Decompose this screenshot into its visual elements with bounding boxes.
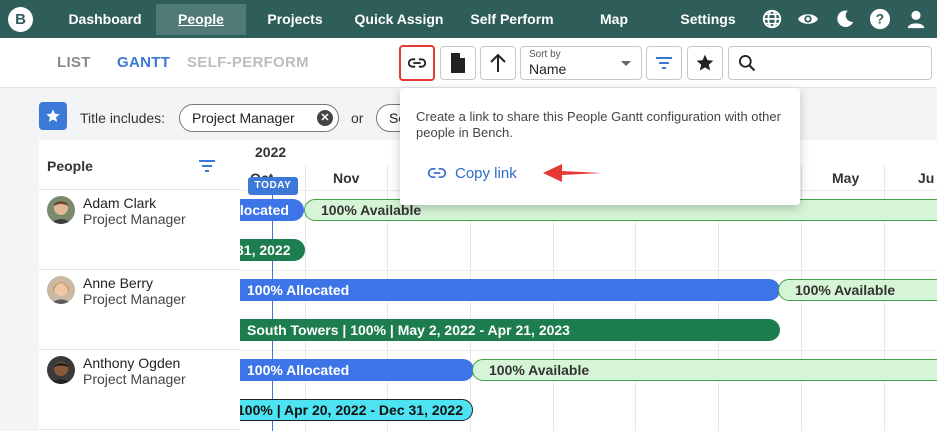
filter-button[interactable]: [646, 46, 682, 80]
eye-icon[interactable]: [797, 8, 819, 30]
view-toolbar: LIST GANTT SELF-PERFORM Sort by Name: [0, 38, 937, 88]
moon-icon[interactable]: [834, 8, 856, 30]
share-link-popover: Create a link to share this People Gantt…: [400, 88, 800, 205]
nav-settings[interactable]: Settings: [676, 0, 740, 38]
availability-bar[interactable]: 100% Available: [778, 279, 937, 301]
annotation-arrow-icon: [543, 164, 602, 182]
project-assignment-bar[interactable]: 31, 2022: [240, 239, 305, 261]
link-icon: [427, 168, 447, 178]
link-icon: [407, 58, 427, 68]
export-document-button[interactable]: [440, 46, 476, 80]
nav-map[interactable]: Map: [594, 0, 634, 38]
sort-direction-button[interactable]: [480, 46, 516, 80]
person-name[interactable]: Anne Berry: [83, 275, 153, 291]
sort-by-select[interactable]: Sort by Name: [520, 46, 642, 80]
today-badge: TODAY: [248, 177, 298, 195]
svg-text:?: ?: [876, 12, 884, 27]
sort-by-value: Name: [529, 61, 567, 77]
allocation-bar[interactable]: llocated: [240, 199, 304, 221]
row-divider: [240, 270, 937, 271]
favorites-button[interactable]: [687, 46, 723, 80]
bench-logo[interactable]: B: [8, 7, 33, 32]
month-label: Nov: [333, 170, 360, 186]
people-header: People: [39, 140, 240, 190]
availability-bar[interactable]: 100% Available: [472, 359, 937, 381]
arrow-up-icon: [490, 53, 506, 72]
person-name[interactable]: Adam Clark: [83, 195, 156, 211]
copy-link-button[interactable]: Copy link: [427, 163, 517, 183]
star-icon: [46, 109, 60, 122]
share-link-description: Create a link to share this People Gantt…: [416, 109, 781, 140]
nav-quick-assign[interactable]: Quick Assign: [350, 0, 448, 38]
filter-icon[interactable]: [197, 158, 217, 174]
month-label: May: [832, 170, 860, 186]
filter-or-text: or: [351, 110, 364, 126]
filter-chip-label: Project Manager: [192, 110, 295, 126]
saved-filter-star-button[interactable]: [39, 102, 67, 130]
person-row[interactable]: Anne Berry Project Manager: [39, 270, 240, 350]
share-link-button[interactable]: [399, 45, 435, 81]
tab-list[interactable]: LIST: [57, 54, 91, 71]
person-role: Project Manager: [83, 211, 186, 227]
person-row[interactable]: Adam Clark Project Manager: [39, 190, 240, 270]
person-role: Project Manager: [83, 291, 186, 307]
person-role: Project Manager: [83, 371, 186, 387]
document-icon: [451, 53, 465, 73]
project-assignment-bar[interactable]: South Towers | 100% | May 2, 2022 - Apr …: [240, 319, 780, 341]
sort-by-caption: Sort by: [529, 49, 561, 60]
timeline-year: 2022: [255, 144, 287, 160]
filter-chip-project-manager[interactable]: Project Manager ✕: [179, 104, 339, 132]
tab-gantt[interactable]: GANTT: [117, 54, 170, 71]
globe-icon[interactable]: [761, 8, 783, 30]
filter-icon: [656, 57, 672, 69]
allocation-bar[interactable]: 100% Allocated: [240, 359, 474, 381]
month-label: Ju: [918, 170, 935, 186]
people-panel: People Adam Clark Project Manager Anne B…: [39, 140, 240, 431]
tab-self-perform[interactable]: SELF-PERFORM: [187, 54, 309, 71]
person-name[interactable]: Anthony Ogden: [83, 355, 180, 371]
close-icon[interactable]: ✕: [317, 110, 333, 126]
chevron-down-icon: [621, 61, 631, 66]
avatar: [47, 196, 75, 224]
search-input[interactable]: [728, 46, 932, 80]
filter-title-label: Title includes:: [80, 110, 166, 126]
person-row[interactable]: Anthony Ogden Project Manager: [39, 350, 240, 430]
avatar: [47, 356, 75, 384]
help-icon[interactable]: ?: [869, 8, 891, 30]
top-navigation-bar: B Dashboard People Projects Quick Assign…: [0, 0, 937, 38]
search-icon: [739, 55, 756, 72]
project-assignment-bar[interactable]: 100% | Apr 20, 2022 - Dec 31, 2022: [240, 399, 473, 421]
nav-people[interactable]: People: [156, 4, 246, 35]
nav-projects[interactable]: Projects: [258, 0, 332, 38]
nav-dashboard[interactable]: Dashboard: [58, 0, 152, 38]
user-icon[interactable]: [905, 8, 927, 30]
copy-link-label: Copy link: [455, 164, 517, 182]
avatar: [47, 276, 75, 304]
star-icon: [696, 54, 714, 71]
people-title: People: [47, 158, 93, 174]
allocation-bar[interactable]: 100% Allocated: [240, 279, 780, 301]
nav-self-perform[interactable]: Self Perform: [464, 0, 560, 38]
row-divider: [240, 350, 937, 351]
